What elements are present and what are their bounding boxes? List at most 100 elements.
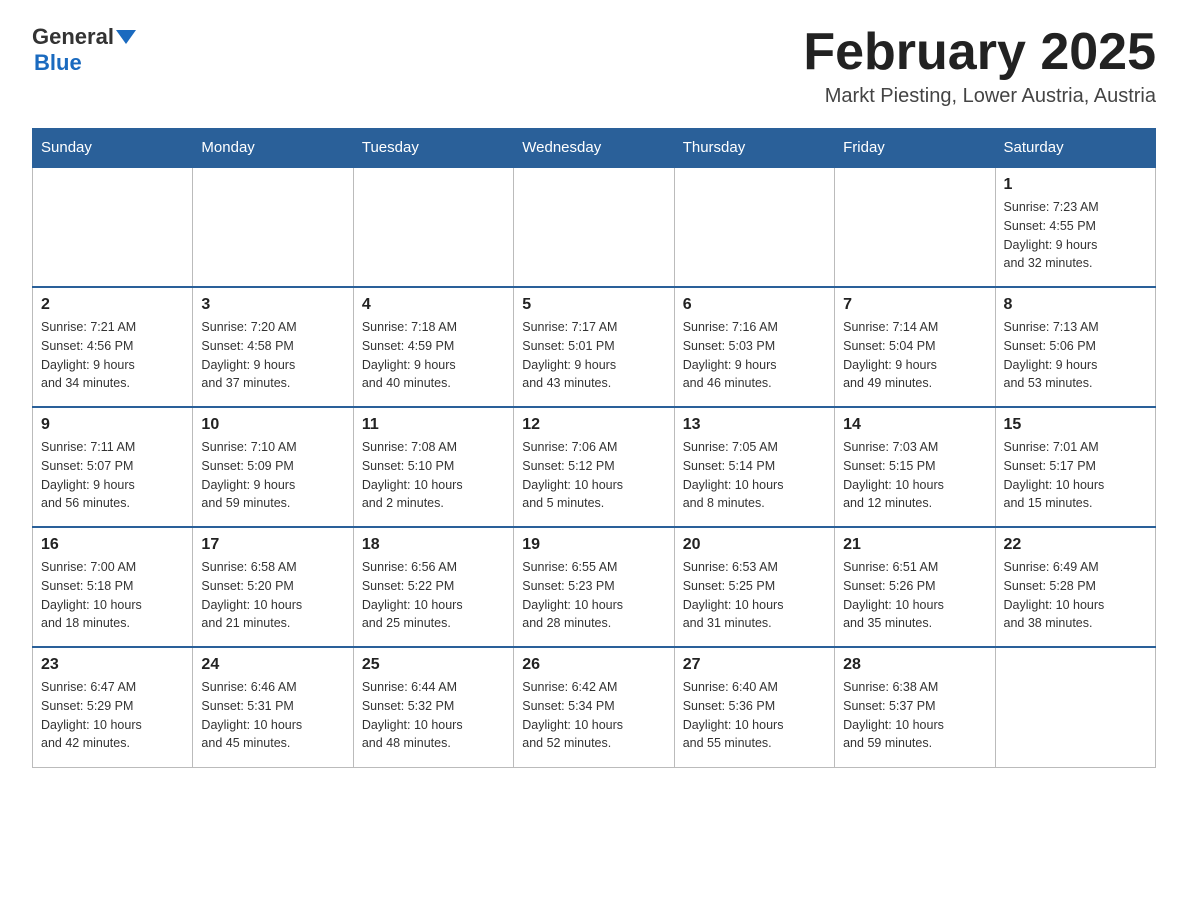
table-row: 27 Sunrise: 6:40 AM Sunset: 5:36 PM Dayli… — [674, 647, 834, 767]
day-info: Sunrise: 6:44 AM Sunset: 5:32 PM Dayligh… — [362, 678, 505, 753]
calendar-table: Sunday Monday Tuesday Wednesday Thursday… — [32, 128, 1156, 768]
day-number: 8 — [1004, 296, 1147, 314]
table-row — [514, 167, 674, 287]
logo-general: General — [32, 24, 114, 50]
day-number: 1 — [1004, 176, 1147, 194]
day-info: Sunrise: 7:03 AM Sunset: 5:15 PM Dayligh… — [843, 438, 986, 513]
table-row: 18 Sunrise: 6:56 AM Sunset: 5:22 PM Dayli… — [353, 527, 513, 647]
logo-blue: Blue — [34, 50, 82, 76]
table-row — [353, 167, 513, 287]
table-row: 28Sunrise: 6:38 AM Sunset: 5:37 PM Dayli… — [835, 647, 995, 767]
day-number: 21 — [843, 536, 986, 554]
day-info: Sunrise: 7:16 AM Sunset: 5:03 PM Dayligh… — [683, 318, 826, 393]
day-info: Sunrise: 6:38 AM Sunset: 5:37 PM Dayligh… — [843, 678, 986, 753]
col-thursday: Thursday — [674, 129, 834, 168]
table-row — [33, 167, 193, 287]
table-row: 20Sunrise: 6:53 AM Sunset: 5:25 PM Dayli… — [674, 527, 834, 647]
table-row — [995, 647, 1155, 767]
col-tuesday: Tuesday — [353, 129, 513, 168]
table-row: 7Sunrise: 7:14 AM Sunset: 5:04 PM Daylig… — [835, 287, 995, 407]
day-info: Sunrise: 7:00 AM Sunset: 5:18 PM Dayligh… — [41, 558, 184, 633]
day-info: Sunrise: 7:18 AM Sunset: 4:59 PM Dayligh… — [362, 318, 505, 393]
day-info: Sunrise: 7:13 AM Sunset: 5:06 PM Dayligh… — [1004, 318, 1147, 393]
day-number: 19 — [522, 536, 665, 554]
logo-line1: General — [32, 24, 136, 50]
table-row: 4 Sunrise: 7:18 AM Sunset: 4:59 PM Daylig… — [353, 287, 513, 407]
day-info: Sunrise: 7:10 AM Sunset: 5:09 PM Dayligh… — [201, 438, 344, 513]
month-title: February 2025 — [803, 24, 1156, 81]
table-row: 11 Sunrise: 7:08 AM Sunset: 5:10 PM Dayli… — [353, 407, 513, 527]
day-info: Sunrise: 6:42 AM Sunset: 5:34 PM Dayligh… — [522, 678, 665, 753]
day-info: Sunrise: 7:01 AM Sunset: 5:17 PM Dayligh… — [1004, 438, 1147, 513]
title-area: February 2025 Markt Piesting, Lower Aust… — [803, 24, 1156, 108]
day-number: 24 — [201, 656, 344, 674]
day-info: Sunrise: 7:05 AM Sunset: 5:14 PM Dayligh… — [683, 438, 826, 513]
col-friday: Friday — [835, 129, 995, 168]
day-info: Sunrise: 6:51 AM Sunset: 5:26 PM Dayligh… — [843, 558, 986, 633]
table-row: 5 Sunrise: 7:17 AM Sunset: 5:01 PM Daylig… — [514, 287, 674, 407]
calendar-week-row: 16 Sunrise: 7:00 AM Sunset: 5:18 PM Dayli… — [33, 527, 1156, 647]
table-row: 17 Sunrise: 6:58 AM Sunset: 5:20 PM Dayli… — [193, 527, 353, 647]
table-row: 26 Sunrise: 6:42 AM Sunset: 5:34 PM Dayli… — [514, 647, 674, 767]
calendar-header-row: Sunday Monday Tuesday Wednesday Thursday… — [33, 129, 1156, 168]
day-info: Sunrise: 6:53 AM Sunset: 5:25 PM Dayligh… — [683, 558, 826, 633]
day-number: 26 — [522, 656, 665, 674]
day-number: 10 — [201, 416, 344, 434]
table-row — [674, 167, 834, 287]
table-row: 9 Sunrise: 7:11 AM Sunset: 5:07 PM Daylig… — [33, 407, 193, 527]
col-saturday: Saturday — [995, 129, 1155, 168]
table-row: 25 Sunrise: 6:44 AM Sunset: 5:32 PM Dayli… — [353, 647, 513, 767]
table-row: 12 Sunrise: 7:06 AM Sunset: 5:12 PM Dayli… — [514, 407, 674, 527]
calendar-week-row: 23 Sunrise: 6:47 AM Sunset: 5:29 PM Dayli… — [33, 647, 1156, 767]
day-info: Sunrise: 7:23 AM Sunset: 4:55 PM Dayligh… — [1004, 198, 1147, 273]
table-row: 13 Sunrise: 7:05 AM Sunset: 5:14 PM Dayli… — [674, 407, 834, 527]
calendar-week-row: 9 Sunrise: 7:11 AM Sunset: 5:07 PM Daylig… — [33, 407, 1156, 527]
day-number: 11 — [362, 416, 505, 434]
col-monday: Monday — [193, 129, 353, 168]
table-row: 8 Sunrise: 7:13 AM Sunset: 5:06 PM Daylig… — [995, 287, 1155, 407]
table-row: 16 Sunrise: 7:00 AM Sunset: 5:18 PM Dayli… — [33, 527, 193, 647]
day-info: Sunrise: 7:17 AM Sunset: 5:01 PM Dayligh… — [522, 318, 665, 393]
day-number: 14 — [843, 416, 986, 434]
table-row: 6Sunrise: 7:16 AM Sunset: 5:03 PM Daylig… — [674, 287, 834, 407]
day-number: 9 — [41, 416, 184, 434]
day-info: Sunrise: 6:40 AM Sunset: 5:36 PM Dayligh… — [683, 678, 826, 753]
day-number: 15 — [1004, 416, 1147, 434]
table-row: 3 Sunrise: 7:20 AM Sunset: 4:58 PM Daylig… — [193, 287, 353, 407]
day-number: 4 — [362, 296, 505, 314]
day-info: Sunrise: 7:21 AM Sunset: 4:56 PM Dayligh… — [41, 318, 184, 393]
day-number: 25 — [362, 656, 505, 674]
day-info: Sunrise: 7:08 AM Sunset: 5:10 PM Dayligh… — [362, 438, 505, 513]
day-number: 23 — [41, 656, 184, 674]
col-sunday: Sunday — [33, 129, 193, 168]
day-info: Sunrise: 7:14 AM Sunset: 5:04 PM Dayligh… — [843, 318, 986, 393]
calendar-week-row: 1 Sunrise: 7:23 AM Sunset: 4:55 PM Daylig… — [33, 167, 1156, 287]
day-number: 2 — [41, 296, 184, 314]
day-info: Sunrise: 6:56 AM Sunset: 5:22 PM Dayligh… — [362, 558, 505, 633]
day-info: Sunrise: 6:58 AM Sunset: 5:20 PM Dayligh… — [201, 558, 344, 633]
day-info: Sunrise: 6:47 AM Sunset: 5:29 PM Dayligh… — [41, 678, 184, 753]
col-wednesday: Wednesday — [514, 129, 674, 168]
table-row: 24Sunrise: 6:46 AM Sunset: 5:31 PM Dayli… — [193, 647, 353, 767]
table-row: 22Sunrise: 6:49 AM Sunset: 5:28 PM Dayli… — [995, 527, 1155, 647]
table-row: 23 Sunrise: 6:47 AM Sunset: 5:29 PM Dayli… — [33, 647, 193, 767]
day-info: Sunrise: 7:06 AM Sunset: 5:12 PM Dayligh… — [522, 438, 665, 513]
calendar-week-row: 2 Sunrise: 7:21 AM Sunset: 4:56 PM Daylig… — [33, 287, 1156, 407]
day-number: 27 — [683, 656, 826, 674]
table-row: 15 Sunrise: 7:01 AM Sunset: 5:17 PM Dayli… — [995, 407, 1155, 527]
day-number: 13 — [683, 416, 826, 434]
day-number: 3 — [201, 296, 344, 314]
day-number: 17 — [201, 536, 344, 554]
day-number: 16 — [41, 536, 184, 554]
day-info: Sunrise: 7:20 AM Sunset: 4:58 PM Dayligh… — [201, 318, 344, 393]
day-info: Sunrise: 7:11 AM Sunset: 5:07 PM Dayligh… — [41, 438, 184, 513]
table-row — [193, 167, 353, 287]
day-number: 5 — [522, 296, 665, 314]
table-row — [835, 167, 995, 287]
day-number: 18 — [362, 536, 505, 554]
logo-triangle-icon — [116, 30, 136, 44]
page-header: General Blue February 2025 Markt Piestin… — [0, 0, 1188, 120]
day-info: Sunrise: 6:49 AM Sunset: 5:28 PM Dayligh… — [1004, 558, 1147, 633]
day-number: 12 — [522, 416, 665, 434]
table-row: 19Sunrise: 6:55 AM Sunset: 5:23 PM Dayli… — [514, 527, 674, 647]
